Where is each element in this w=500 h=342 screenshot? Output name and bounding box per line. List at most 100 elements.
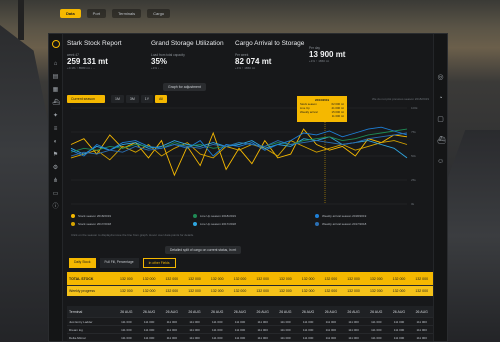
table-cell: 26 AUG: [256, 309, 269, 314]
top-tabs: Data Port Terminals Cargo: [60, 8, 171, 18]
table-cell: 111 000: [302, 335, 314, 340]
table-cell: 111 000: [234, 327, 246, 332]
range-1y[interactable]: 1Y: [140, 95, 154, 103]
drop-icon[interactable]: ◐: [53, 139, 59, 145]
table-cell: 111 000: [234, 319, 246, 324]
table-cell: 26 AUG: [415, 309, 428, 314]
list-icon[interactable]: ≡: [53, 126, 59, 132]
legend-item[interactable]: Stock season 2017/2018: [71, 222, 187, 226]
chart-svg[interactable]: 100k 75k 50k 25k 0k: [67, 104, 431, 208]
table-cell: 132 000: [369, 276, 383, 281]
table-cell: 132 000: [324, 276, 338, 281]
range-all[interactable]: All: [155, 95, 167, 103]
tab-data[interactable]: Data: [60, 8, 81, 18]
legend-item[interactable]: Line Up season 2017/2018: [193, 222, 309, 226]
table-cell: 132 000: [301, 276, 315, 281]
grid-icon[interactable]: ▦: [53, 87, 59, 93]
table-cell: 132 000: [120, 289, 133, 293]
table-row: Delta Allimar 111 000 111 000 111 000 111 00…: [67, 334, 433, 342]
tab-port[interactable]: Port: [86, 8, 107, 18]
legend-item[interactable]: Weekly arrival season 2017/2018: [315, 222, 431, 226]
doc-icon[interactable]: ▭: [53, 191, 59, 197]
left-sidebar: ⌂ ▤ ▦ ⛴ ✦ ≡ ◐ ⚑ ⚙ ⋔ ▭ ⓘ: [49, 34, 63, 341]
table-cell: 111 000: [257, 335, 268, 340]
row-label: Dream log: [69, 327, 83, 332]
chart-icon[interactable]: ▤: [53, 74, 59, 80]
table-cell: 111 000: [121, 335, 132, 340]
range-current-season[interactable]: Current season: [67, 95, 105, 103]
table-cell: 132 000: [210, 276, 224, 281]
table-row: Dream log 111 000 111 000 111 000 111 000 111…: [67, 326, 433, 334]
y-tick-label: 0k: [411, 202, 415, 206]
globe-icon[interactable]: ◎: [437, 74, 444, 81]
kpi-stock: Stark Stock Report week 47 259 131 mt +0…: [67, 40, 129, 70]
table-cell: 111 000: [393, 335, 405, 340]
table-cell: 111 000: [348, 335, 359, 340]
tab-cargo[interactable]: Cargo: [147, 8, 171, 18]
user-icon[interactable]: ☺: [437, 158, 444, 165]
line-chart[interactable]: 100k 75k 50k 25k 0k: [67, 104, 431, 208]
table-cell: 111 000: [280, 319, 291, 324]
chart-legend: Stock season 2018/2019 Line Up season 20…: [71, 214, 431, 226]
legend-item[interactable]: Line Up season 2018/2019: [193, 214, 309, 218]
kpi-value: 13 900 mt: [309, 50, 346, 59]
flag-icon[interactable]: ⚑: [53, 152, 59, 158]
kpi-title: Grand Storage Utilization: [151, 40, 224, 47]
dashboard-window: ⌂ ▤ ▦ ⛴ ✦ ≡ ◐ ⚑ ⚙ ⋔ ▭ ⓘ ◎ ◔ ▢ ⛴ ☺ Stark …: [48, 33, 448, 342]
home-icon[interactable]: ⌂: [53, 61, 59, 67]
table-cell: 26 AUG: [165, 309, 178, 314]
kpi-delta: +1% ↑ 1860 mt: [235, 66, 256, 70]
row-label: Just Entry Ladder: [69, 319, 93, 324]
legend-label: Stock season 2018/2019: [78, 214, 112, 218]
table-cell: 111 000: [189, 327, 200, 332]
chart-tooltip: 22/10/2019 Stock season 62 000 mt Line U…: [297, 96, 347, 122]
legend-item[interactable]: Weekly arrival season 2018/2019: [315, 214, 431, 218]
pin-icon[interactable]: ✦: [53, 113, 59, 119]
view-other-fields[interactable]: In other Fields: [142, 258, 176, 268]
bell-icon[interactable]: ◔: [437, 95, 444, 102]
table-cell: 132 000: [210, 289, 224, 293]
table-cell: 132 000: [347, 289, 360, 293]
table-cell: 132 000: [279, 276, 292, 281]
table-cell: 111 000: [189, 319, 200, 324]
table-cell: 111 000: [166, 327, 177, 332]
table-cell: 111 000: [302, 319, 314, 324]
chat-icon[interactable]: ▢: [437, 116, 444, 123]
table-cell: 132 000: [142, 276, 156, 281]
table-cell: 111 000: [143, 327, 155, 332]
table-cell: 111 000: [393, 319, 405, 324]
table-cell: 26 AUG: [392, 309, 406, 314]
y-tick-label: 75k: [411, 130, 416, 134]
ship-icon[interactable]: ⛴: [53, 100, 61, 106]
ship-silhouette-left: [0, 25, 48, 342]
ship-icon[interactable]: ⛴: [437, 137, 446, 144]
view-percentage[interactable]: Full Fill, Percentage: [99, 258, 139, 268]
table-spacer: [67, 298, 433, 306]
info-icon[interactable]: ⓘ: [53, 204, 59, 210]
table-cell: 132 000: [369, 289, 383, 293]
row-label: Weekly progress: [69, 289, 96, 293]
table-cell: 111 000: [189, 335, 200, 340]
view-daily-stock[interactable]: Daily Stock: [69, 258, 96, 268]
legend-item[interactable]: Stock season 2018/2019: [71, 214, 187, 218]
legend-label: Line Up season 2018/2019: [200, 214, 236, 218]
table-cell: 111 000: [416, 335, 427, 340]
table-cell: 111 000: [121, 327, 132, 332]
table-cell: 111 000: [166, 335, 177, 340]
graph-adjust-button[interactable]: Graph for adjustment: [163, 83, 206, 91]
table-row: Just Entry Ladder 111 000 111 000 111 000 11…: [67, 318, 433, 326]
table-cell: 111 000: [121, 319, 132, 324]
detailed-split-button[interactable]: Detailed split of cargo on current statu…: [165, 246, 242, 254]
table-cell: 26 AUG: [233, 309, 247, 314]
range-1m[interactable]: 1M: [111, 95, 124, 103]
legend-dot: [71, 214, 75, 218]
table-cell: 132 000: [256, 276, 269, 281]
legend-label: Weekly arrival season 2018/2019: [322, 214, 367, 218]
range-3m[interactable]: 3M: [125, 95, 139, 103]
gear-icon[interactable]: ⚙: [53, 165, 59, 171]
signal-icon[interactable]: ⋔: [53, 178, 59, 184]
chart-hint: Click on the season to display/remove th…: [71, 233, 194, 237]
tab-terminals[interactable]: Terminals: [112, 8, 142, 18]
table-cell: 132 000: [324, 289, 338, 293]
table-cell: 111 000: [325, 327, 337, 332]
